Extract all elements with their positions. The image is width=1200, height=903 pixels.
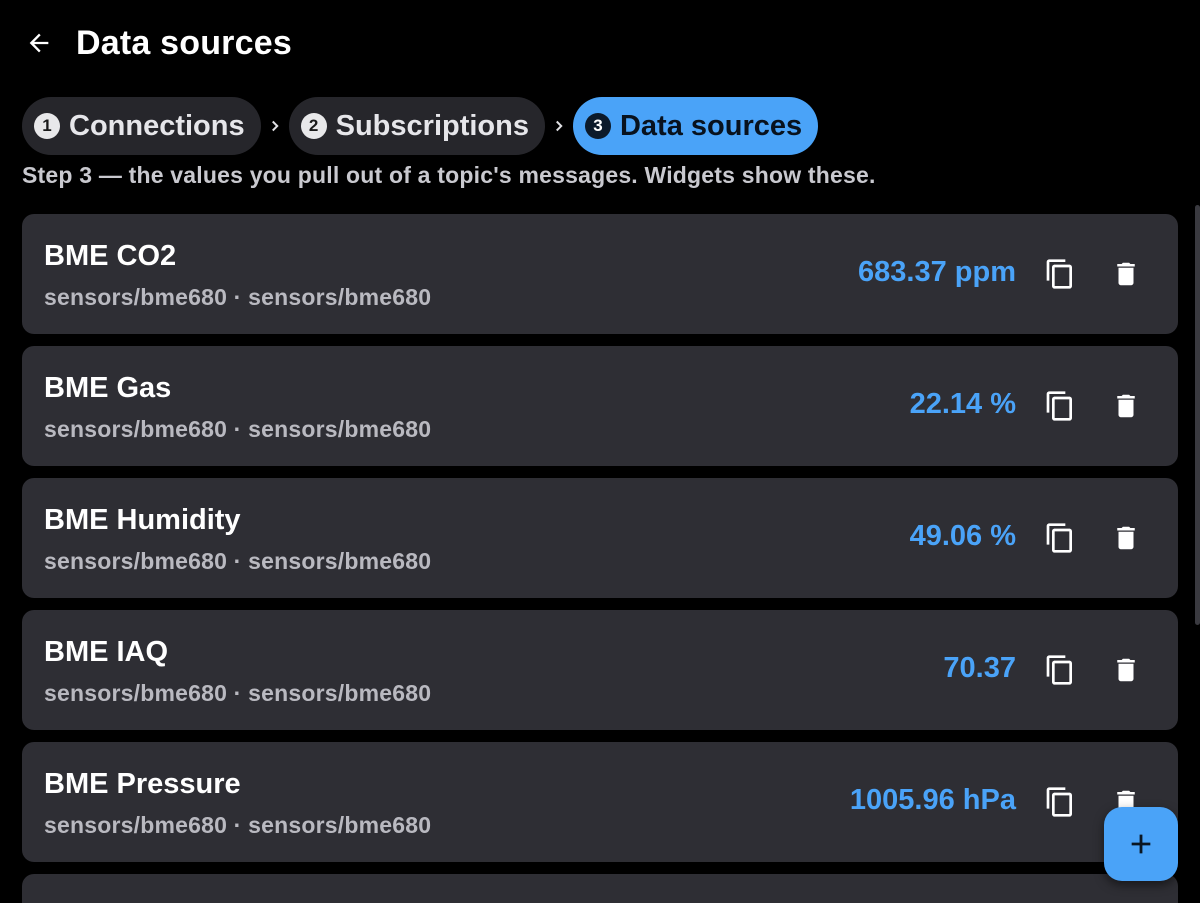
chevron-right-icon [261, 117, 289, 135]
copy-icon [1046, 523, 1072, 553]
copy-icon [1046, 259, 1072, 289]
delete-button[interactable] [1106, 386, 1146, 426]
source-value: 22.14 % [909, 388, 1016, 420]
delete-button[interactable] [1106, 254, 1146, 294]
source-name: BME Gas [44, 372, 172, 404]
copy-icon [1046, 391, 1072, 421]
trash-icon [1117, 394, 1135, 418]
step-number: 1 [34, 113, 60, 139]
trash-icon [1117, 262, 1135, 286]
trash-icon [1117, 526, 1135, 550]
copy-icon [1046, 787, 1072, 817]
source-topic: sensors/bme680 · sensors/bme680 [44, 284, 432, 310]
arrow-left-icon [29, 33, 49, 53]
source-name: BME IAQ [44, 636, 169, 668]
source-value: 49.06 % [909, 520, 1016, 552]
data-source-card[interactable]: BME Pressure sensors/bme680 · sensors/bm… [22, 742, 1178, 862]
source-name: BME CO2 [44, 240, 177, 272]
step-data-sources[interactable]: 3 Data sources [572, 97, 819, 155]
step-label: Data sources [619, 109, 803, 142]
data-source-card[interactable] [22, 874, 1178, 903]
source-value: 683.37 ppm [858, 256, 1016, 288]
source-value: 70.37 [943, 652, 1016, 684]
add-data-source-button[interactable] [1104, 807, 1178, 881]
app-bar: Data sources [0, 0, 1200, 86]
page-title: Data sources [76, 24, 292, 62]
trash-icon [1117, 658, 1135, 682]
scrollbar[interactable] [1195, 205, 1200, 625]
copy-button[interactable] [1040, 386, 1080, 426]
chevron-right-icon [545, 117, 573, 135]
data-source-card[interactable]: BME Gas sensors/bme680 · sensors/bme680 … [22, 346, 1178, 466]
step-label: Connections [69, 109, 245, 142]
source-topic: sensors/bme680 · sensors/bme680 [44, 812, 432, 838]
step-number: 2 [300, 113, 327, 139]
copy-button[interactable] [1040, 782, 1080, 822]
data-sources-screen: Data sources 1 Connections 2 Subscriptio… [0, 0, 1200, 903]
copy-button[interactable] [1040, 518, 1080, 558]
back-button[interactable] [22, 26, 56, 60]
copy-button[interactable] [1040, 254, 1080, 294]
source-name: BME Humidity [44, 504, 241, 536]
step-number: 3 [584, 113, 611, 139]
source-value: 1005.96 hPa [849, 784, 1016, 816]
plus-icon [1131, 834, 1151, 854]
helper-text: Step 3 — the values you pull out of a to… [22, 162, 876, 188]
step-subscriptions[interactable]: 2 Subscriptions [288, 97, 545, 155]
data-source-card[interactable]: BME Humidity sensors/bme680 · sensors/bm… [22, 478, 1178, 598]
copy-icon [1046, 655, 1072, 685]
source-topic: sensors/bme680 · sensors/bme680 [44, 680, 432, 706]
copy-button[interactable] [1040, 650, 1080, 690]
data-source-card[interactable]: BME CO2 sensors/bme680 · sensors/bme680 … [22, 214, 1178, 334]
delete-button[interactable] [1106, 650, 1146, 690]
source-topic: sensors/bme680 · sensors/bme680 [44, 548, 432, 574]
delete-button[interactable] [1106, 518, 1146, 558]
source-name: BME Pressure [44, 768, 241, 800]
step-connections[interactable]: 1 Connections [22, 97, 261, 155]
data-source-card[interactable]: BME IAQ sensors/bme680 · sensors/bme680 … [22, 610, 1178, 730]
step-label: Subscriptions [335, 109, 529, 142]
stepper: 1 Connections 2 Subscriptions 3 Data sou… [22, 97, 819, 155]
source-topic: sensors/bme680 · sensors/bme680 [44, 416, 432, 442]
